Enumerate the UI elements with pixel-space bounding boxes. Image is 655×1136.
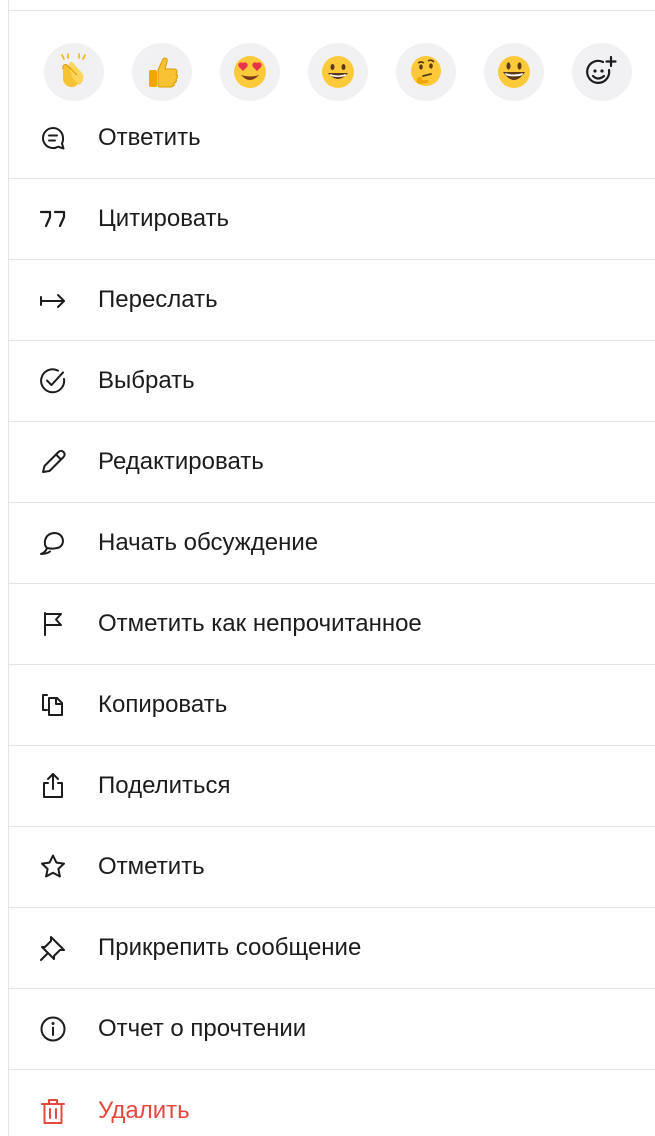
trash-icon bbox=[38, 1096, 68, 1126]
menu-item-forward[interactable]: Переслать bbox=[9, 260, 655, 341]
reply-bubble-icon bbox=[38, 123, 68, 153]
reaction-thinking-face[interactable] bbox=[396, 43, 456, 101]
menu-item-label: Редактировать bbox=[98, 448, 264, 475]
flag-icon bbox=[38, 609, 68, 639]
forward-arrow-icon bbox=[38, 285, 68, 315]
share-icon bbox=[38, 771, 68, 801]
menu-item-favorite[interactable]: Отметить bbox=[9, 827, 655, 908]
action-menu: Ответить Цитировать Переслать Выбрать Ре… bbox=[9, 98, 655, 1136]
menu-item-label: Поделиться bbox=[98, 772, 231, 799]
menu-item-label: Отчет о прочтении bbox=[98, 1015, 307, 1042]
info-circle-icon bbox=[38, 1014, 68, 1044]
reaction-bar bbox=[44, 43, 634, 101]
smiley-face-icon bbox=[498, 56, 530, 88]
copy-icon bbox=[38, 690, 68, 720]
discussion-bubble-icon bbox=[38, 528, 68, 558]
menu-item-read-receipt[interactable]: Отчет о прочтении bbox=[9, 989, 655, 1070]
menu-item-label: Начать обсуждение bbox=[98, 529, 319, 556]
quote-icon bbox=[38, 204, 68, 234]
thumbs-up-icon bbox=[149, 57, 178, 88]
menu-item-copy[interactable]: Копировать bbox=[9, 665, 655, 746]
pencil-icon bbox=[38, 447, 68, 477]
reaction-smiley-face[interactable] bbox=[484, 43, 544, 101]
menu-item-reply[interactable]: Ответить bbox=[9, 98, 655, 179]
heart-eyes-face-icon bbox=[234, 56, 266, 88]
menu-item-start-discussion[interactable]: Начать обсуждение bbox=[9, 503, 655, 584]
menu-item-label: Выбрать bbox=[98, 367, 195, 394]
menu-item-label: Отметить bbox=[98, 853, 205, 880]
menu-item-share[interactable]: Поделиться bbox=[9, 746, 655, 827]
reaction-heart-eyes[interactable] bbox=[220, 43, 280, 101]
menu-item-label: Копировать bbox=[98, 691, 228, 718]
add-reaction-button[interactable] bbox=[572, 43, 632, 101]
sheet-top-border bbox=[8, 10, 655, 11]
thinking-face-icon bbox=[411, 56, 441, 86]
grinning-face-icon bbox=[322, 56, 354, 88]
menu-item-select[interactable]: Выбрать bbox=[9, 341, 655, 422]
menu-item-label: Прикрепить сообщение bbox=[98, 934, 362, 961]
message-actions-sheet: Ответить Цитировать Переслать Выбрать Ре… bbox=[0, 0, 655, 1136]
menu-item-quote[interactable]: Цитировать bbox=[9, 179, 655, 260]
menu-item-label: Переслать bbox=[98, 286, 218, 313]
clapping-hands-icon bbox=[61, 53, 86, 88]
menu-item-label: Ответить bbox=[98, 124, 201, 151]
reaction-clapping-hands[interactable] bbox=[44, 43, 104, 101]
menu-item-label: Удалить bbox=[98, 1096, 190, 1124]
pin-icon bbox=[38, 933, 68, 963]
menu-item-delete[interactable]: Удалить bbox=[9, 1070, 655, 1136]
star-icon bbox=[38, 852, 68, 882]
menu-item-label: Цитировать bbox=[98, 205, 230, 232]
menu-item-label: Отметить как непрочитанное bbox=[98, 610, 422, 637]
reaction-thumbs-up[interactable] bbox=[132, 43, 192, 101]
check-circle-icon bbox=[38, 366, 68, 396]
menu-item-pin[interactable]: Прикрепить сообщение bbox=[9, 908, 655, 989]
add-reaction-icon bbox=[586, 55, 617, 84]
menu-item-mark-unread[interactable]: Отметить как непрочитанное bbox=[9, 584, 655, 665]
reaction-grinning-face[interactable] bbox=[308, 43, 368, 101]
menu-item-edit[interactable]: Редактировать bbox=[9, 422, 655, 503]
